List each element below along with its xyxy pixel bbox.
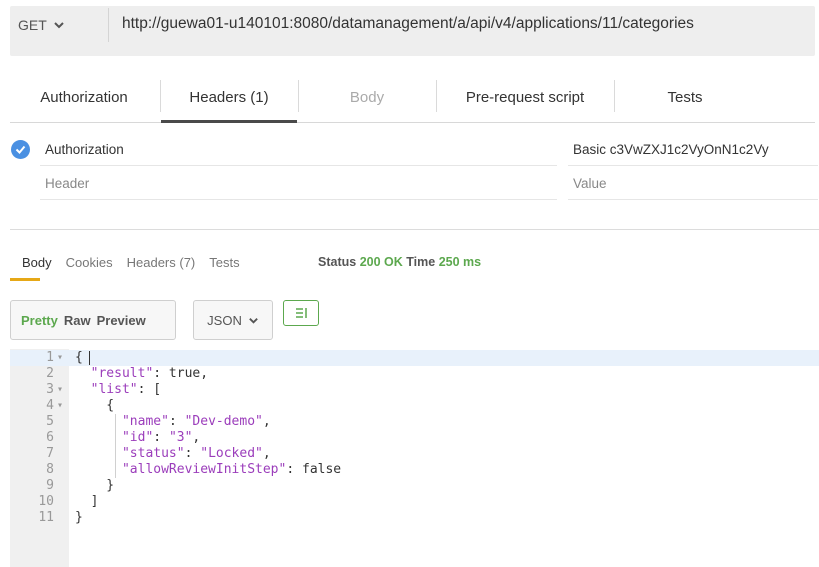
- check-icon: [15, 145, 26, 154]
- line-number: 3: [46, 382, 54, 397]
- code-line: 7 "status": "Locked",: [10, 446, 819, 462]
- code-text: ]: [75, 494, 99, 509]
- code-text: "status": "Locked",: [121, 446, 271, 461]
- url-divider: [108, 8, 109, 42]
- new-header-key-input[interactable]: Header: [45, 176, 89, 191]
- code-line: 3 ▾ "list": [: [10, 382, 819, 398]
- code-line: 2 "result": true,: [10, 366, 819, 382]
- fold-arrow-icon[interactable]: ▾: [57, 382, 63, 398]
- code-text: }: [75, 510, 83, 525]
- line-number: 6: [46, 430, 54, 445]
- tab-pre-request-script[interactable]: Pre-request script: [437, 72, 613, 122]
- code-text: "result": true,: [90, 366, 209, 381]
- code-text: "name": "Dev-demo",: [121, 414, 271, 429]
- active-tab-indicator: [10, 278, 40, 281]
- divider: [40, 199, 557, 200]
- code-text: "list": [: [90, 382, 162, 397]
- view-raw-button[interactable]: Raw: [64, 313, 91, 328]
- line-number: 1: [46, 350, 54, 365]
- divider: [568, 199, 818, 200]
- code-line: 5 "name": "Dev-demo",: [10, 414, 819, 430]
- code-text: "id": "3",: [121, 430, 201, 445]
- request-tabs: Authorization Headers (1) Body Pre-reque…: [10, 72, 815, 123]
- divider: [40, 165, 557, 166]
- method-select[interactable]: GET: [18, 14, 65, 36]
- response-code-editor[interactable]: 1 ▾{2 "result": true, 3 ▾ "list": [4 ▾ {5 "n…: [10, 349, 819, 567]
- code-text: }: [75, 478, 115, 493]
- header-enabled-checkbox[interactable]: [11, 140, 30, 159]
- header-value-field[interactable]: Basic c3VwZXJ1c2VyOnN1c2Vy: [573, 142, 769, 157]
- response-tab-body[interactable]: Body: [22, 255, 52, 270]
- line-number: 4: [46, 398, 54, 413]
- code-line: 1 ▾ {: [10, 350, 819, 366]
- tab-tests[interactable]: Tests: [615, 72, 755, 122]
- chevron-down-icon: [249, 317, 258, 324]
- code-line: 9 }: [10, 478, 819, 494]
- url-input[interactable]: http://guewa01-u140101:8080/datamanageme…: [122, 15, 694, 33]
- wrap-lines-icon: [296, 308, 307, 318]
- tab-body[interactable]: Body: [299, 72, 435, 122]
- response-tabs: Body Cookies Headers (7) Tests: [22, 255, 254, 270]
- view-preview-button[interactable]: Preview: [97, 313, 146, 328]
- tab-authorization[interactable]: Authorization: [10, 72, 158, 122]
- line-number: 2: [46, 366, 54, 381]
- code-line: 4 ▾ {: [10, 398, 819, 414]
- line-number: 11: [38, 510, 54, 525]
- format-select[interactable]: JSON: [193, 300, 273, 340]
- section-divider: [10, 229, 819, 230]
- chevron-down-icon: [54, 22, 64, 29]
- line-number: 10: [38, 494, 54, 509]
- response-tab-cookies[interactable]: Cookies: [66, 255, 113, 270]
- response-tab-tests[interactable]: Tests: [209, 255, 239, 270]
- line-number: 5: [46, 414, 54, 429]
- response-status: Status 200 OK Time 250 ms: [318, 255, 482, 269]
- code-line: 10 ]: [10, 494, 819, 510]
- tab-headers[interactable]: Headers (1): [161, 72, 297, 123]
- fold-arrow-icon[interactable]: ▾: [57, 350, 63, 366]
- text-cursor: [89, 351, 90, 365]
- code-line: 8 "allowReviewInitStep": false: [10, 462, 819, 478]
- line-number: 9: [46, 478, 54, 493]
- time-value: 250 ms: [438, 255, 482, 269]
- header-key-field[interactable]: Authorization: [45, 142, 124, 157]
- fold-arrow-icon[interactable]: ▾: [57, 398, 63, 414]
- code-text: {: [75, 398, 115, 413]
- line-number: 7: [46, 446, 54, 461]
- code-text: {: [75, 350, 83, 365]
- method-label: GET: [18, 17, 47, 33]
- response-tab-headers[interactable]: Headers (7): [127, 255, 196, 270]
- status-value: 200 OK: [359, 255, 403, 269]
- code-line: 6 "id": "3",: [10, 430, 819, 446]
- wrap-lines-button[interactable]: [283, 300, 319, 326]
- code-line: 11}: [10, 510, 819, 526]
- view-pretty-button[interactable]: Pretty: [21, 313, 58, 328]
- new-header-value-input[interactable]: Value: [573, 176, 607, 191]
- line-number: 8: [46, 462, 54, 477]
- indent-guide: [115, 414, 116, 478]
- view-mode-group: Pretty Raw Preview: [10, 300, 176, 340]
- divider: [568, 165, 818, 166]
